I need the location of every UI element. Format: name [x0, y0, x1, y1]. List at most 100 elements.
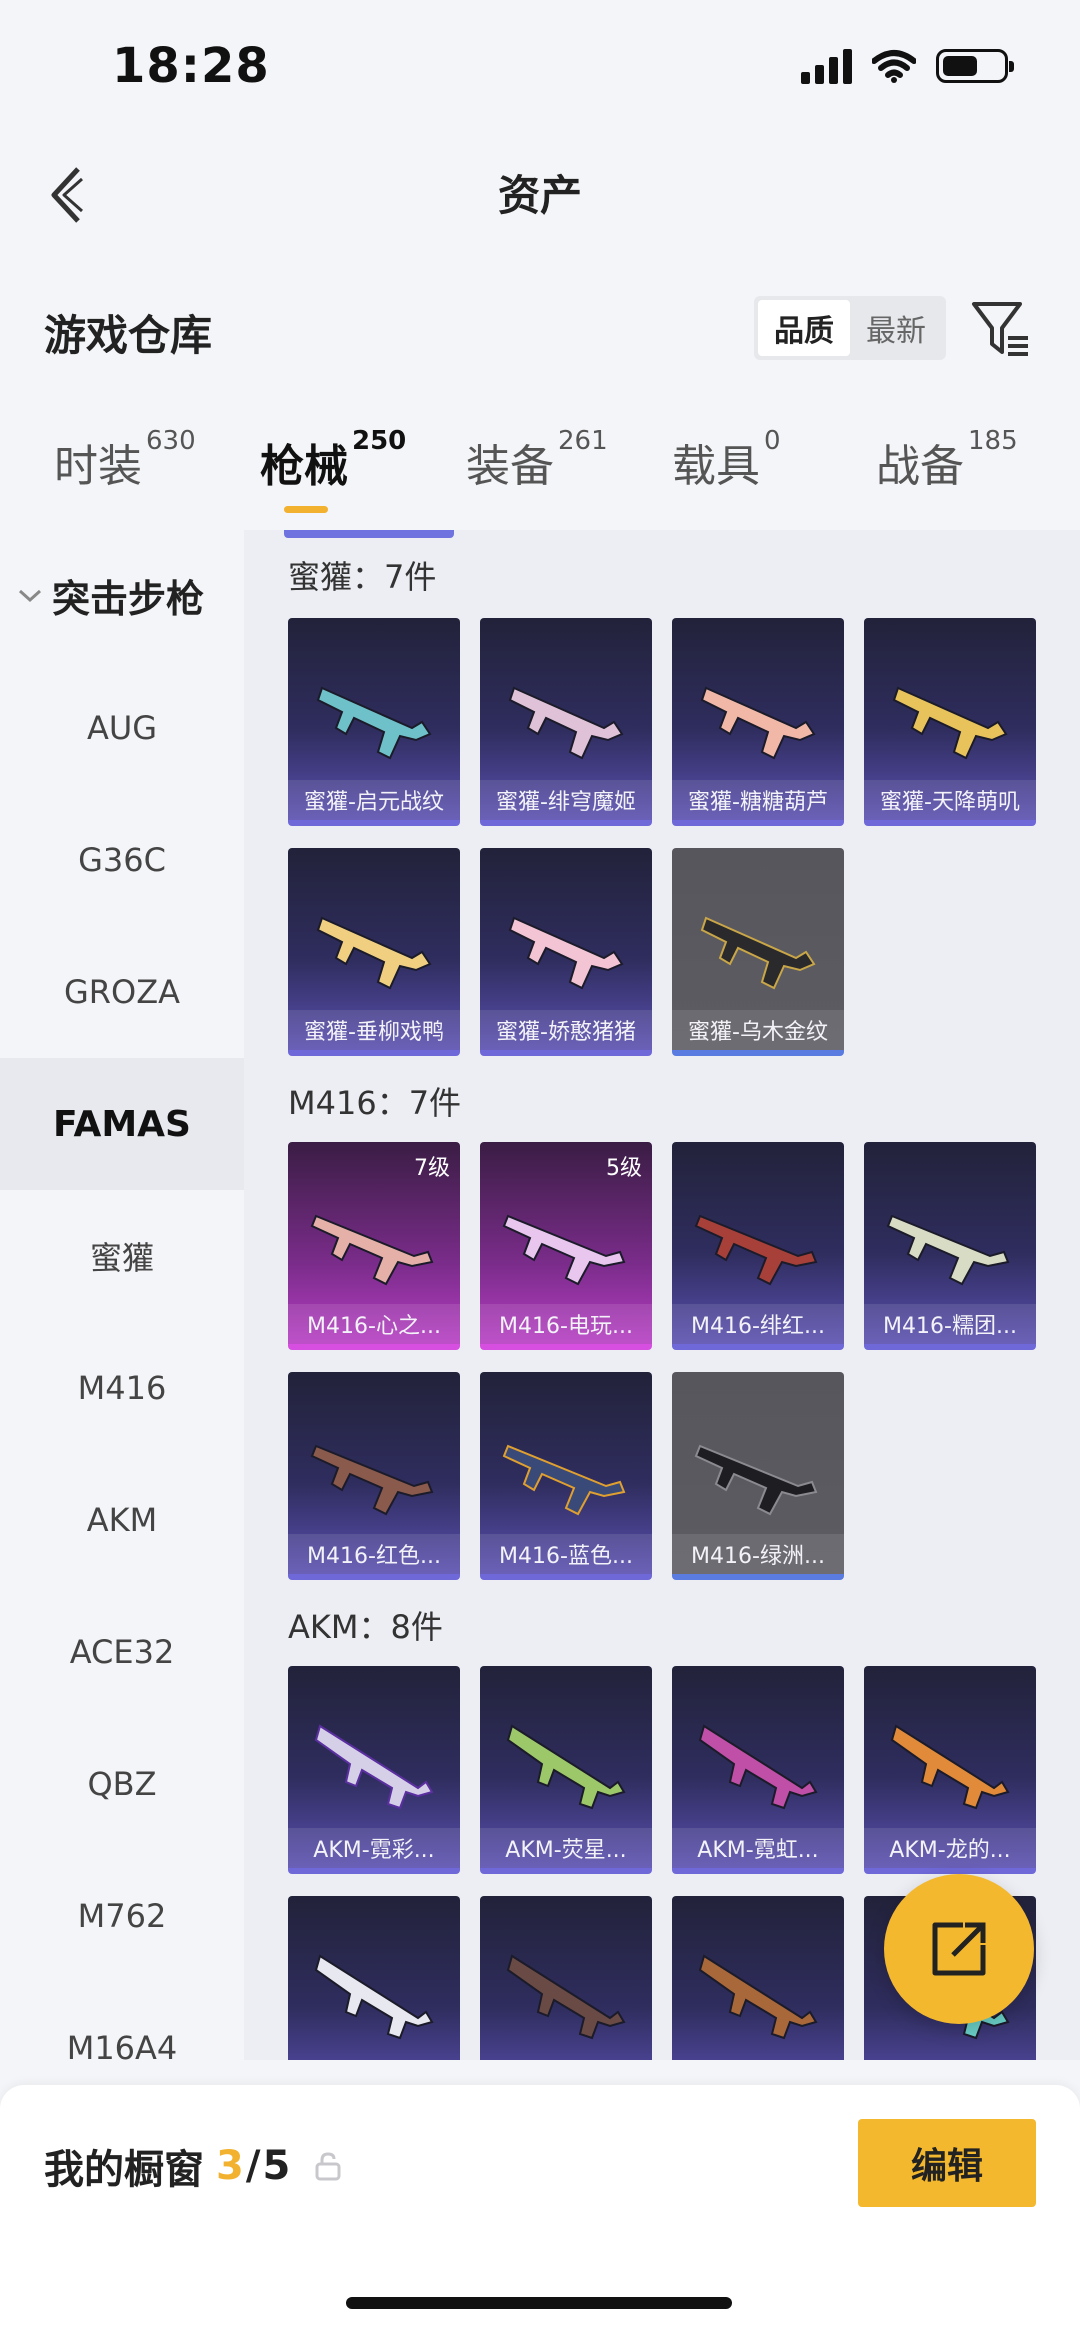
- weapon-card[interactable]: 蜜獾-娇憨猪猪: [480, 848, 652, 1056]
- weapon-card[interactable]: 7级 M416-心之...: [288, 1142, 460, 1350]
- showcase-summary: 我的橱窗 3 / 5: [44, 2137, 342, 2195]
- rifle-icon: [314, 1954, 434, 2040]
- warehouse-title: 游戏仓库: [44, 311, 213, 360]
- rifle-icon: [310, 1444, 434, 1516]
- filter-button[interactable]: [970, 298, 1032, 360]
- showcase-total: 5: [262, 2143, 291, 2189]
- chevron-down-icon: [18, 589, 42, 602]
- sidebar-item-m16a4[interactable]: M16A4: [0, 1982, 244, 2060]
- weapon-card[interactable]: 蜜獾-天降萌叽: [864, 618, 1036, 826]
- weapon-name: M416-绿洲...: [672, 1534, 844, 1574]
- sidebar-item-famas[interactable]: FAMAS: [0, 1058, 244, 1190]
- weapon-sidebar: 突击步枪 AUG G36C GROZA FAMAS 蜜獾 M416 AKM AC…: [0, 530, 244, 2060]
- weapon-card[interactable]: 5级 M416-电玩...: [480, 1142, 652, 1350]
- weapon-name: 蜜獾-天降萌叽: [864, 780, 1036, 820]
- rifle-icon: [886, 1214, 1010, 1286]
- weapon-name: AKM-荧星...: [480, 1828, 652, 1868]
- sort-toggle: 品质 最新: [754, 296, 946, 360]
- weapon-name: 蜜獾-绯穹魔姬: [480, 780, 652, 820]
- cellular-signal-icon: [801, 48, 852, 84]
- weapon-name: 蜜獾-垂柳戏鸭: [288, 1010, 460, 1050]
- weapon-card[interactable]: M416-红色...: [288, 1372, 460, 1580]
- weapon-name: M416-心之...: [288, 1304, 460, 1344]
- weapon-card[interactable]: M416-绯红...: [672, 1142, 844, 1350]
- sort-latest-button[interactable]: 最新: [850, 300, 942, 356]
- section-title-honey-badger: 蜜獾：7件: [288, 558, 437, 596]
- weapon-name: 蜜獾-乌木金纹: [672, 1010, 844, 1050]
- share-icon: [932, 1922, 986, 1976]
- rifle-icon: [310, 1214, 434, 1286]
- weapon-card[interactable]: M416-蓝色...: [480, 1372, 652, 1580]
- status-icons: [801, 48, 1014, 84]
- weapon-name: M416-蓝色...: [480, 1534, 652, 1574]
- sidebar-item-aug[interactable]: AUG: [0, 662, 244, 794]
- weapon-card[interactable]: [672, 1896, 844, 2060]
- weapon-name: 蜜獾-娇憨猪猪: [480, 1010, 652, 1050]
- rifle-icon: [316, 686, 432, 760]
- weapon-name: AKM-龙的...: [864, 1828, 1036, 1868]
- sidebar-item-ace32[interactable]: ACE32: [0, 1586, 244, 1718]
- rifle-icon: [698, 1954, 818, 2040]
- weapon-card[interactable]: 蜜獾-乌木金纹: [672, 848, 844, 1056]
- sidebar-item-qbz[interactable]: QBZ: [0, 1718, 244, 1850]
- section-title-m416: M416：7件: [288, 1084, 462, 1122]
- weapon-name: 蜜獾-糖糖葫芦: [672, 780, 844, 820]
- weapon-card[interactable]: M416-糯团...: [864, 1142, 1036, 1350]
- section-title-akm: AKM：8件: [288, 1608, 443, 1646]
- battery-icon: [936, 49, 1014, 83]
- weapon-card[interactable]: AKM-霓虹...: [672, 1666, 844, 1874]
- weapon-card[interactable]: AKM-霓彩...: [288, 1666, 460, 1874]
- edit-button[interactable]: 编辑: [858, 2119, 1036, 2207]
- rifle-icon: [508, 686, 624, 760]
- weapon-card[interactable]: AKM-荧星...: [480, 1666, 652, 1874]
- weapon-card[interactable]: 蜜獾-绯穹魔姬: [480, 618, 652, 826]
- sidebar-item-m762[interactable]: M762: [0, 1850, 244, 1982]
- rifle-icon: [502, 1214, 626, 1286]
- weapon-card[interactable]: [288, 1896, 460, 2060]
- active-tab-indicator: [284, 506, 328, 513]
- tab-guns[interactable]: 枪械 250: [260, 426, 406, 494]
- assets-page: 18:28 资产 游戏仓库 品质 最新 时装 630 枪械 250 装备 261…: [0, 0, 1080, 2337]
- weapon-name: AKM-霓虹...: [672, 1828, 844, 1868]
- category-tabs: 时装 630 枪械 250 装备 261 载具 0 战备 185: [0, 426, 1080, 530]
- previous-card-edge: [284, 530, 454, 538]
- status-time: 18:28: [112, 38, 270, 94]
- sidebar-item-akm[interactable]: AKM: [0, 1454, 244, 1586]
- weapon-card[interactable]: M416-绿洲...: [672, 1372, 844, 1580]
- weapon-card[interactable]: AKM-龙的...: [864, 1666, 1036, 1874]
- weapon-card[interactable]: [480, 1896, 652, 2060]
- nav-bar: 资产: [0, 130, 1080, 260]
- weapon-card[interactable]: 蜜獾-启元战纹: [288, 618, 460, 826]
- rifle-icon: [892, 686, 1008, 760]
- weapon-card[interactable]: 蜜獾-糖糖葫芦: [672, 618, 844, 826]
- rifle-icon: [316, 916, 432, 990]
- rifle-icon: [694, 1214, 818, 1286]
- rifle-icon: [508, 916, 624, 990]
- sidebar-group-assault-rifles[interactable]: 突击步枪: [18, 568, 204, 623]
- rifle-icon: [700, 686, 816, 760]
- showcase-title: 我的橱窗: [44, 2147, 204, 2193]
- rifle-icon: [890, 1724, 1010, 1810]
- tab-supplies[interactable]: 战备 185: [876, 426, 1018, 494]
- weapon-name: 蜜獾-启元战纹: [288, 780, 460, 820]
- sidebar-item-groza[interactable]: GROZA: [0, 926, 244, 1058]
- sort-quality-button[interactable]: 品质: [758, 300, 850, 356]
- weapon-name: M416-绯红...: [672, 1304, 844, 1344]
- rifle-icon: [698, 1724, 818, 1810]
- tab-vehicles[interactable]: 载具 0: [672, 426, 781, 494]
- tab-equipment[interactable]: 装备 261: [466, 426, 608, 494]
- showcase-count: 3: [216, 2143, 244, 2189]
- warehouse-header: 游戏仓库 品质 最新: [0, 280, 1080, 380]
- lock-icon: [315, 2152, 341, 2181]
- rifle-icon: [694, 1444, 818, 1516]
- tab-outfits[interactable]: 时装 630: [54, 426, 196, 494]
- weapon-name: M416-电玩...: [480, 1304, 652, 1344]
- sidebar-item-m416[interactable]: M416: [0, 1322, 244, 1454]
- sidebar-item-g36c[interactable]: G36C: [0, 794, 244, 926]
- weapon-card[interactable]: 蜜獾-垂柳戏鸭: [288, 848, 460, 1056]
- page-title: 资产: [497, 171, 582, 220]
- weapon-name: M416-红色...: [288, 1534, 460, 1574]
- rifle-icon: [700, 916, 816, 990]
- share-button[interactable]: [884, 1874, 1034, 2024]
- sidebar-item-honey-badger[interactable]: 蜜獾: [0, 1190, 244, 1322]
